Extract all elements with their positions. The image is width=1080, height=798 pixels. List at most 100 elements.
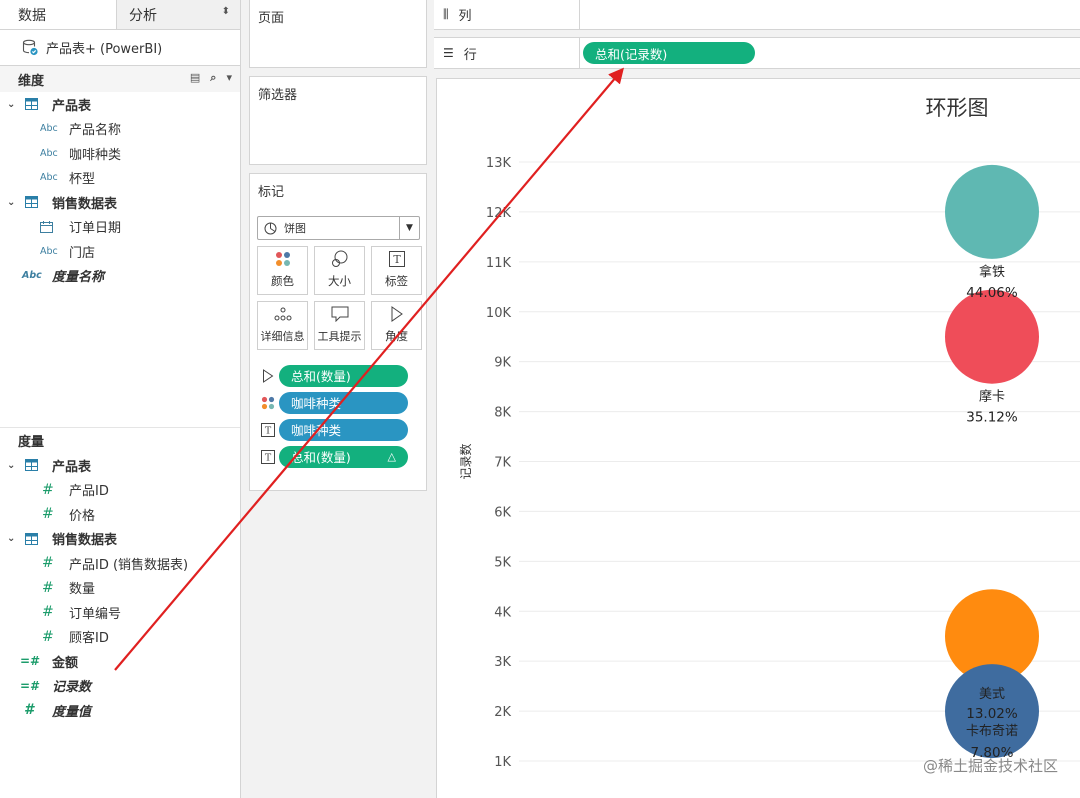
label-mark-button[interactable]: T 标签 (371, 246, 422, 295)
chevron-down-icon[interactable]: ⌄ (7, 460, 15, 471)
mark-pill-label: 咖啡种类 (291, 423, 342, 438)
chevron-down-icon[interactable]: ⌄ (7, 533, 15, 544)
field-item[interactable]: =# 金额 (0, 649, 240, 674)
y-tick-label: 12K (486, 206, 512, 221)
dropdown-icon[interactable]: ▾ (226, 71, 232, 85)
mark-label-percent: 44.06% (966, 285, 1018, 301)
list-view-icon[interactable]: ▤ (190, 71, 200, 85)
tooltip-mark-button[interactable]: 工具提示 (314, 301, 365, 350)
field-label: 记录数 (52, 680, 92, 696)
field-item[interactable]: =# 记录数 (0, 674, 240, 699)
mark-pill-row: T 总和(数量) △ (257, 443, 423, 470)
field-item[interactable]: # 产品ID (销售数据表) (0, 551, 240, 576)
mark-pill[interactable]: 咖啡种类 (279, 391, 408, 414)
measures-header: 度量 (0, 427, 240, 453)
field-item[interactable]: # 顾客ID (0, 625, 240, 650)
color-mark-button[interactable]: 颜色 (257, 246, 308, 295)
columns-shelf-label: ⫼ 列 (434, 0, 580, 29)
mark-pill[interactable]: 总和(数量) (279, 364, 408, 387)
y-tick-label: 7K (494, 456, 511, 471)
field-item[interactable]: # 价格 (0, 502, 240, 527)
field-label: 咖啡种类 (69, 147, 122, 163)
field-label: 订单编号 (69, 606, 122, 622)
y-axis-label: 记录数 (458, 443, 473, 479)
search-icon[interactable]: ⌕ (210, 71, 216, 85)
y-tick-label: 9K (494, 356, 511, 371)
pages-card[interactable]: 页面 (249, 0, 427, 68)
y-tick-label: 11K (486, 256, 512, 271)
mark-label-percent: 35.12% (966, 410, 1018, 426)
filters-card[interactable]: 筛选器 (249, 76, 427, 165)
y-tick-label: 10K (486, 306, 512, 321)
angle-icon (390, 304, 404, 324)
text-encoding-icon[interactable]: T (257, 449, 279, 464)
columns-shelf[interactable]: ⫼ 列 (434, 0, 1080, 30)
mark-pill-label: 咖啡种类 (291, 396, 342, 411)
tooltip-mark-label: 工具提示 (317, 330, 362, 343)
angle-mark-button[interactable]: 角度 (371, 301, 422, 350)
mark-label-percent: 13.02% (966, 706, 1018, 722)
table-node[interactable]: ⌄ 销售数据表 (0, 527, 240, 552)
field-item[interactable]: Abc 产品名称 (0, 117, 240, 142)
watermark: @稀土掘金技术社区 (922, 757, 1058, 775)
datasource[interactable]: 产品表+ (PowerBI) (0, 30, 240, 66)
chart-area: 环形图 1K 2K 3K 4K 5K 6K 7K 8K 9K 10K 11K 12K 13K 记录数 拿铁 44… (436, 78, 1080, 798)
marks-title: 标记 (258, 185, 285, 200)
table-node[interactable]: ⌄ 产品表 (0, 453, 240, 478)
rows-shelf[interactable]: ☰ 行 总和(记录数) (434, 37, 1080, 69)
mark-pill[interactable]: 总和(数量) △ (279, 445, 408, 468)
pane-tabs: 数据 分析 ⬍ (0, 0, 240, 30)
field-label: 产品ID (69, 484, 109, 500)
string-type-icon: Abc (40, 147, 58, 159)
size-mark-button[interactable]: 大小 (314, 246, 365, 295)
chevron-down-icon[interactable]: ▼ (399, 217, 419, 239)
field-item[interactable]: # 订单编号 (0, 600, 240, 625)
svg-text:T: T (265, 452, 272, 463)
rows-pill[interactable]: 总和(记录数) (583, 42, 755, 64)
field-label: 产品名称 (69, 123, 122, 139)
database-icon (22, 39, 38, 56)
mark-type-value: 饼图 (284, 222, 306, 235)
field-label: 订单日期 (69, 221, 122, 237)
mark-pill[interactable]: 咖啡种类 (279, 418, 408, 441)
field-item[interactable]: Abc 度量名称 (0, 264, 240, 289)
table-node-label: 销售数据表 (52, 533, 118, 549)
calculated-number-icon: =# (20, 654, 41, 669)
field-item[interactable]: # 数量 (0, 576, 240, 601)
angle-mark-label: 角度 (385, 329, 408, 343)
shelves-pane: 页面 筛选器 标记 饼图 ▼ 颜色 大小 T 标签详细信息 工具提示 角度 总和(数量) 咖… (241, 0, 434, 798)
chevron-down-icon[interactable]: ⌄ (7, 197, 15, 208)
mark-label-name: 拿铁 (979, 264, 1005, 280)
table-node[interactable]: ⌄ 产品表 (0, 92, 240, 117)
field-item[interactable]: # 度量值 (0, 698, 240, 723)
field-item[interactable]: Abc 门店 (0, 239, 240, 264)
text-encoding-icon[interactable]: T (257, 422, 279, 437)
field-label: 金额 (52, 655, 79, 671)
tab-data[interactable]: 数据 (0, 0, 116, 29)
view-canvas: ⫼ 列 ☰ 行 总和(记录数) 环形图 1K 2K 3K 4K 5K 6K 7K 8K 9K 10K… (434, 0, 1080, 798)
tab-analysis[interactable]: 分析 ⬍ (116, 0, 240, 29)
color-icon (275, 249, 291, 269)
detail-mark-button[interactable]: 详细信息 (257, 301, 308, 350)
field-item[interactable]: # 产品ID (0, 478, 240, 503)
field-item[interactable]: Abc 杯型 (0, 166, 240, 191)
table-node-label: 产品表 (52, 459, 92, 475)
calendar-icon (40, 220, 53, 233)
color-encoding-icon[interactable] (257, 396, 279, 410)
datasource-name: 产品表+ (PowerBI) (46, 42, 163, 57)
table-node[interactable]: ⌄ 销售数据表 (0, 190, 240, 215)
mark-type-select[interactable]: 饼图 ▼ (257, 216, 420, 240)
y-tick-label: 1K (494, 755, 511, 770)
field-item[interactable]: Abc 咖啡种类 (0, 141, 240, 166)
field-label: 数量 (69, 582, 96, 598)
size-mark-label: 大小 (328, 274, 351, 288)
mark-label-name: 美式 (979, 687, 1005, 702)
angle-encoding-icon[interactable] (257, 368, 279, 383)
table-icon (25, 196, 38, 208)
chart-svg: 环形图 1K 2K 3K 4K 5K 6K 7K 8K 9K 10K 11K 12K 13K 记录数 拿铁 44… (458, 96, 1080, 770)
pie-mark-1 (945, 164, 1039, 259)
calculated-number-icon: =# (20, 678, 39, 693)
chevron-down-icon[interactable]: ⌄ (7, 99, 15, 110)
sort-arrows-icon[interactable]: ⬍ (222, 6, 230, 17)
field-item[interactable]: 订单日期 (0, 215, 240, 240)
